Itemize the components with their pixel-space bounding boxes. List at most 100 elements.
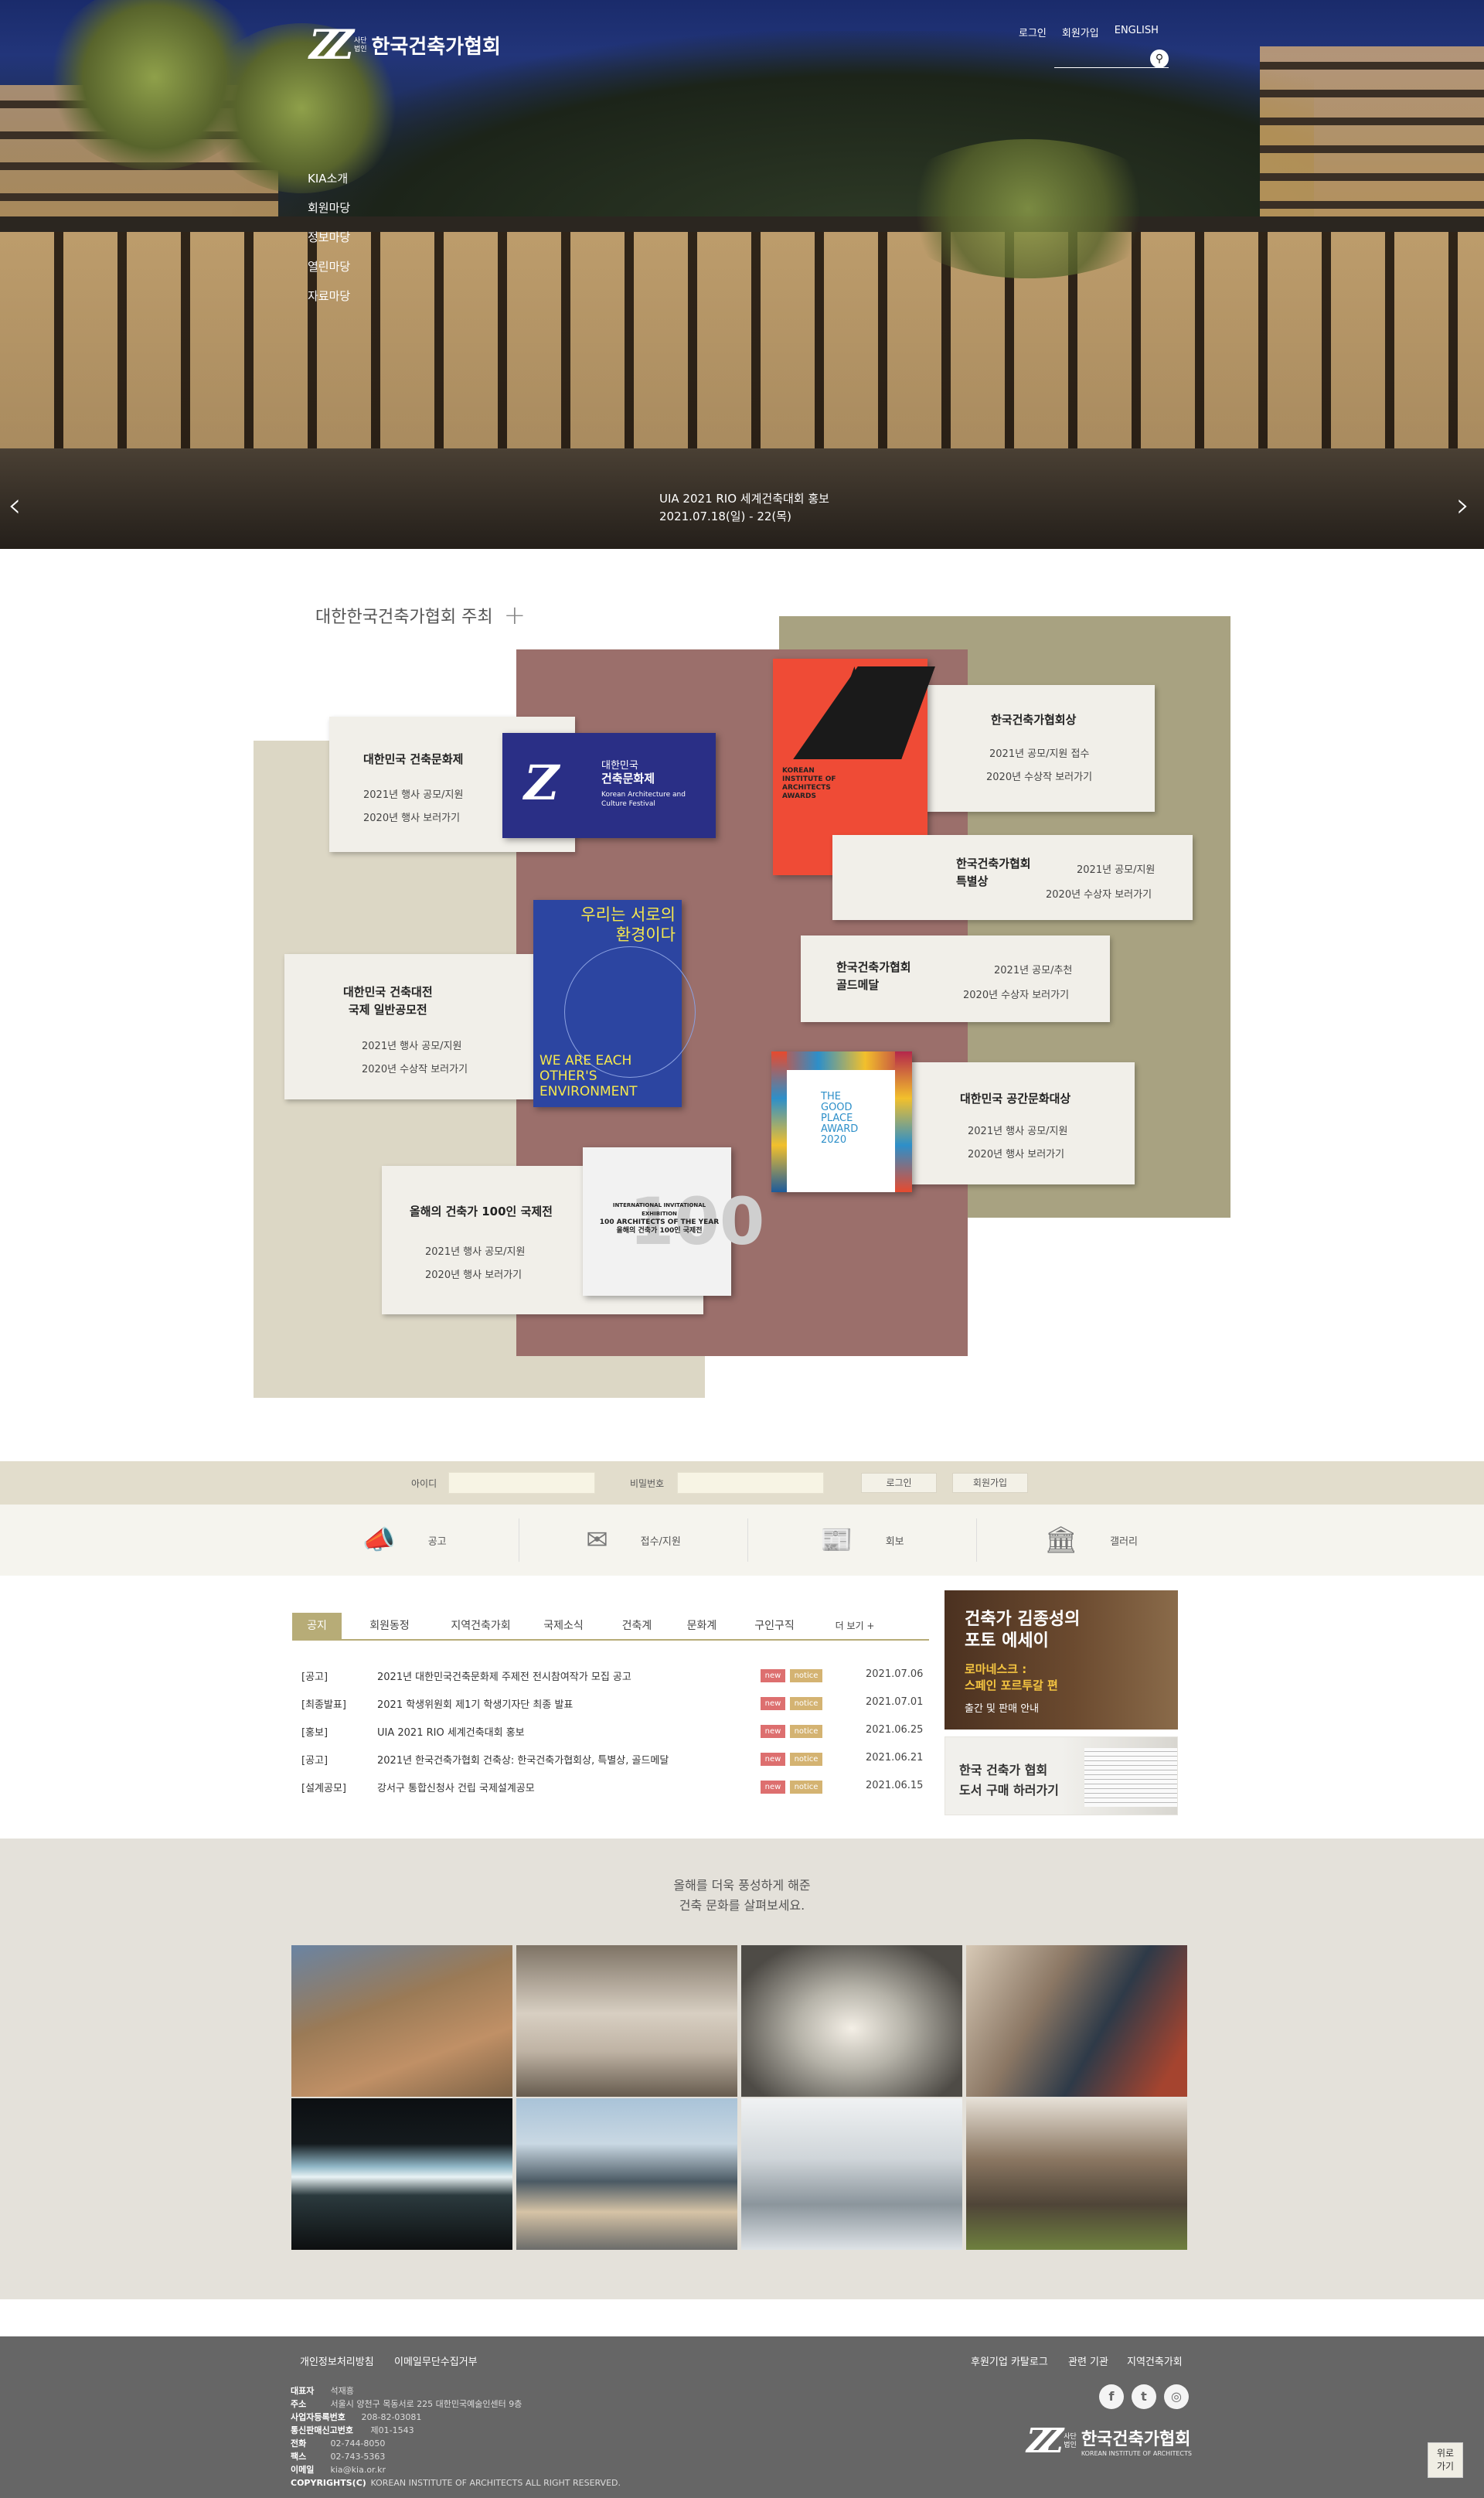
tab-culture[interactable]: 문화계 bbox=[671, 1613, 733, 1639]
search-input[interactable]: ⚲ bbox=[1054, 48, 1169, 68]
gallery-image[interactable] bbox=[516, 2098, 737, 2250]
notice-row[interactable]: [홍보] UIA 2021 RIO 세계건축대회 홍보 new notice 2… bbox=[301, 1724, 923, 1740]
photo-essay-banner[interactable]: 건축가 김종성의 포토 에세이 로마네스크 : 스페인 포르투갈 편 출간 및 … bbox=[945, 1590, 1178, 1730]
poster-100-architects[interactable]: 100 INTERNATIONAL INVITATIONAL EXHIBITIO… bbox=[583, 1147, 764, 1296]
hero-caption[interactable]: UIA 2021 RIO 세계건축대회 홍보 2021.07.18(일) - 2… bbox=[659, 490, 829, 526]
sponsor-catalog-link[interactable]: 후원기업 카탈로그 bbox=[971, 2353, 1048, 2368]
card-title: 대한민국 공간문화대상 bbox=[960, 1092, 1071, 1106]
english-link[interactable]: ENGLISH bbox=[1115, 25, 1159, 39]
gallery-image[interactable] bbox=[741, 2098, 962, 2250]
nav-item-members[interactable]: 회원마당 bbox=[308, 193, 350, 223]
section-title-text: 대한한국건축가협회 주최 bbox=[315, 608, 493, 627]
regional-chapters-link[interactable]: 지역건축가회 bbox=[1127, 2353, 1183, 2368]
slider-prev-icon[interactable]: ‹ bbox=[8, 489, 22, 523]
poster-environment[interactable]: 우리는 서로의 환경이다 WE ARE EACH OTHER'S ENVIRONM… bbox=[533, 900, 696, 1107]
card-link-view[interactable]: 2020년 수상작 보러가기 bbox=[362, 1061, 468, 1075]
new-badge: new bbox=[761, 1781, 785, 1794]
login-link[interactable]: 로그인 bbox=[1019, 25, 1047, 39]
tab-notice[interactable]: 공지 bbox=[292, 1613, 342, 1639]
notice-row[interactable]: [공고] 2021년 한국건축가협회 건축상: 한국건축가협회상, 특별상, 골… bbox=[301, 1752, 923, 1767]
email-policy-link[interactable]: 이메일무단수집거부 bbox=[394, 2353, 478, 2368]
gallery-image[interactable] bbox=[966, 1945, 1187, 2097]
notice-row[interactable]: [최종발표] 2021 학생위원회 제1기 학생기자단 최종 발표 new no… bbox=[301, 1696, 923, 1712]
card-link-apply[interactable]: 2021년 공모/추천 bbox=[994, 962, 1072, 976]
tab-regional[interactable]: 지역건축가회 bbox=[437, 1613, 524, 1639]
notice-row[interactable]: [공고] 2021년 대한민국건축문화제 주제전 전시참여작가 모집 공고 ne… bbox=[301, 1668, 923, 1684]
info-row: COPYRIGHTS(C) KOREAN INSTITUTE OF ARCHIT… bbox=[291, 2476, 621, 2489]
password-input[interactable] bbox=[677, 1472, 824, 1494]
password-label: 비밀번호 bbox=[630, 1478, 665, 1489]
card-architecture-exhibition[interactable]: 대한민국 건축대전 국제 일반공모전 2021년 행사 공모/지원 2020년 수… bbox=[284, 954, 533, 1099]
footer-logo[interactable]: Z Z 사단 법인 한국건축가협회 KOREAN INSTITUTE OF ARC… bbox=[1026, 2421, 1192, 2461]
gallery-image[interactable] bbox=[516, 1945, 737, 2097]
notice-title[interactable]: 강서구 통합신청사 건립 국제설계공모 bbox=[377, 1780, 535, 1794]
card-link-view[interactable]: 2020년 행사 보러가기 bbox=[363, 809, 460, 824]
quick-item-newsletter[interactable]: 📰 회보 bbox=[748, 1505, 976, 1576]
privacy-link[interactable]: 개인정보처리방침 bbox=[300, 2353, 374, 2368]
card-link-view[interactable]: 2020년 수상작 보러가기 bbox=[986, 768, 1092, 783]
notice-category: [공고] bbox=[301, 1755, 328, 1767]
tab-jobs[interactable]: 구인구직 bbox=[733, 1613, 816, 1639]
slider-next-icon[interactable]: › bbox=[1456, 489, 1470, 523]
card-link-apply[interactable]: 2021년 행사 공모/지원 bbox=[425, 1243, 525, 1258]
more-link[interactable]: 더 보기 + bbox=[816, 1613, 893, 1639]
festival-en1: Korean Architecture and bbox=[601, 791, 686, 799]
nav-item-open[interactable]: 열린마당 bbox=[308, 252, 350, 281]
card-link-view[interactable]: 2020년 행사 보러가기 bbox=[968, 1146, 1064, 1160]
card-link-apply[interactable]: 2021년 행사 공모/지원 bbox=[362, 1038, 461, 1052]
card-link-view[interactable]: 2020년 행사 보러가기 bbox=[425, 1266, 522, 1281]
tab-architecture[interactable]: 건축계 bbox=[603, 1613, 671, 1639]
search-icon[interactable]: ⚲ bbox=[1150, 49, 1169, 68]
nav-item-archive[interactable]: 자료마당 bbox=[308, 281, 350, 311]
book-purchase-banner[interactable]: 한국 건축가 협회 도서 구매 하러가기 bbox=[945, 1736, 1178, 1815]
card-kia-award[interactable]: 한국건축가협회상 2021년 공모/지원 접수 2020년 수상작 보러가기 bbox=[909, 685, 1155, 812]
gallery-image[interactable] bbox=[291, 1945, 512, 2097]
instagram-icon[interactable]: ◎ bbox=[1164, 2384, 1189, 2409]
card-link-view[interactable]: 2020년 수상자 보러가기 bbox=[963, 987, 1069, 1001]
notice-title[interactable]: UIA 2021 RIO 세계건축대회 홍보 bbox=[377, 1724, 525, 1739]
notice-title[interactable]: 2021 학생위원회 제1기 학생기자단 최종 발표 bbox=[377, 1696, 573, 1711]
card-link-apply[interactable]: 2021년 행사 공모/지원 bbox=[363, 786, 463, 801]
tab-international[interactable]: 국제소식 bbox=[524, 1613, 603, 1639]
info-value: 02-744-8050 bbox=[330, 2438, 386, 2449]
poster-culture-festival[interactable]: Z 대한민국 건축문화제 Korean Architecture and Cul… bbox=[502, 733, 716, 838]
notice-category: [공고] bbox=[301, 1672, 328, 1683]
twitter-icon[interactable]: t bbox=[1132, 2384, 1156, 2409]
env-kr-text: 우리는 서로의 환경이다 bbox=[575, 905, 676, 945]
card-special-award[interactable]: 한국건축가협회 특별상 2021년 공모/지원 2020년 수상자 보러가기 bbox=[832, 835, 1193, 920]
card-link-view[interactable]: 2020년 수상자 보러가기 bbox=[1046, 886, 1152, 901]
back-to-top-button[interactable]: 위로 가기 bbox=[1428, 2442, 1463, 2478]
gallery-intro-1: 올해를 더욱 풍성하게 해준 bbox=[673, 1878, 811, 1893]
quick-menu: 📣 공고 ✉ 접수/지원 📰 회보 🏛 갤러리 bbox=[0, 1505, 1484, 1576]
join-button[interactable]: 회원가입 bbox=[952, 1473, 1028, 1493]
tab-member-news[interactable]: 회원동정 bbox=[342, 1613, 437, 1639]
nav-item-about[interactable]: KIA소개 bbox=[308, 164, 350, 193]
card-link-apply[interactable]: 2021년 공모/지원 접수 bbox=[989, 745, 1089, 760]
poster-good-place[interactable]: THE GOOD PLACE AWARD 2020 bbox=[771, 1051, 912, 1192]
card-link-apply[interactable]: 2021년 공모/지원 bbox=[1077, 861, 1155, 876]
info-key: 주소 bbox=[291, 2399, 307, 2409]
notice-title[interactable]: 2021년 대한민국건축문화제 주제전 전시참여작가 모집 공고 bbox=[377, 1668, 631, 1683]
login-button[interactable]: 로그인 bbox=[861, 1473, 937, 1493]
site-logo[interactable]: Z Z 사단 법인 한국건축가협회 bbox=[309, 22, 501, 69]
nav-item-info[interactable]: 정보마당 bbox=[308, 223, 350, 252]
plus-icon[interactable]: + bbox=[504, 600, 526, 631]
quick-item-announce[interactable]: 📣 공고 bbox=[291, 1505, 519, 1576]
notice-row[interactable]: [설계공모] 강서구 통합신청사 건립 국제설계공모 new notice 20… bbox=[301, 1780, 923, 1795]
gallery-image[interactable] bbox=[966, 2098, 1187, 2250]
gallery-image[interactable] bbox=[291, 2098, 512, 2250]
gallery-image[interactable] bbox=[741, 1945, 962, 2097]
logo-sub-2: 법인 bbox=[353, 45, 367, 53]
join-link[interactable]: 회원가입 bbox=[1062, 25, 1099, 39]
id-input[interactable] bbox=[448, 1472, 595, 1494]
quick-label: 회보 bbox=[885, 1535, 904, 1548]
logo-sub: 사단 법인 bbox=[354, 37, 367, 54]
card-link-apply[interactable]: 2021년 행사 공모/지원 bbox=[968, 1123, 1067, 1137]
quick-item-submit[interactable]: ✉ 접수/지원 bbox=[519, 1505, 747, 1576]
related-orgs-link[interactable]: 관련 기관 bbox=[1068, 2353, 1108, 2368]
card-space-culture[interactable]: 대한민국 공간문화대상 2021년 행사 공모/지원 2020년 행사 보러가기 bbox=[906, 1062, 1135, 1184]
card-gold-medal[interactable]: 한국건축가협회 골드메달 2021년 공모/추천 2020년 수상자 보러가기 bbox=[801, 935, 1110, 1022]
notice-title[interactable]: 2021년 한국건축가협회 건축상: 한국건축가협회상, 특별상, 골드메달 bbox=[377, 1752, 669, 1767]
quick-item-gallery[interactable]: 🏛 갤러리 bbox=[977, 1505, 1205, 1576]
facebook-icon[interactable]: f bbox=[1099, 2384, 1124, 2409]
